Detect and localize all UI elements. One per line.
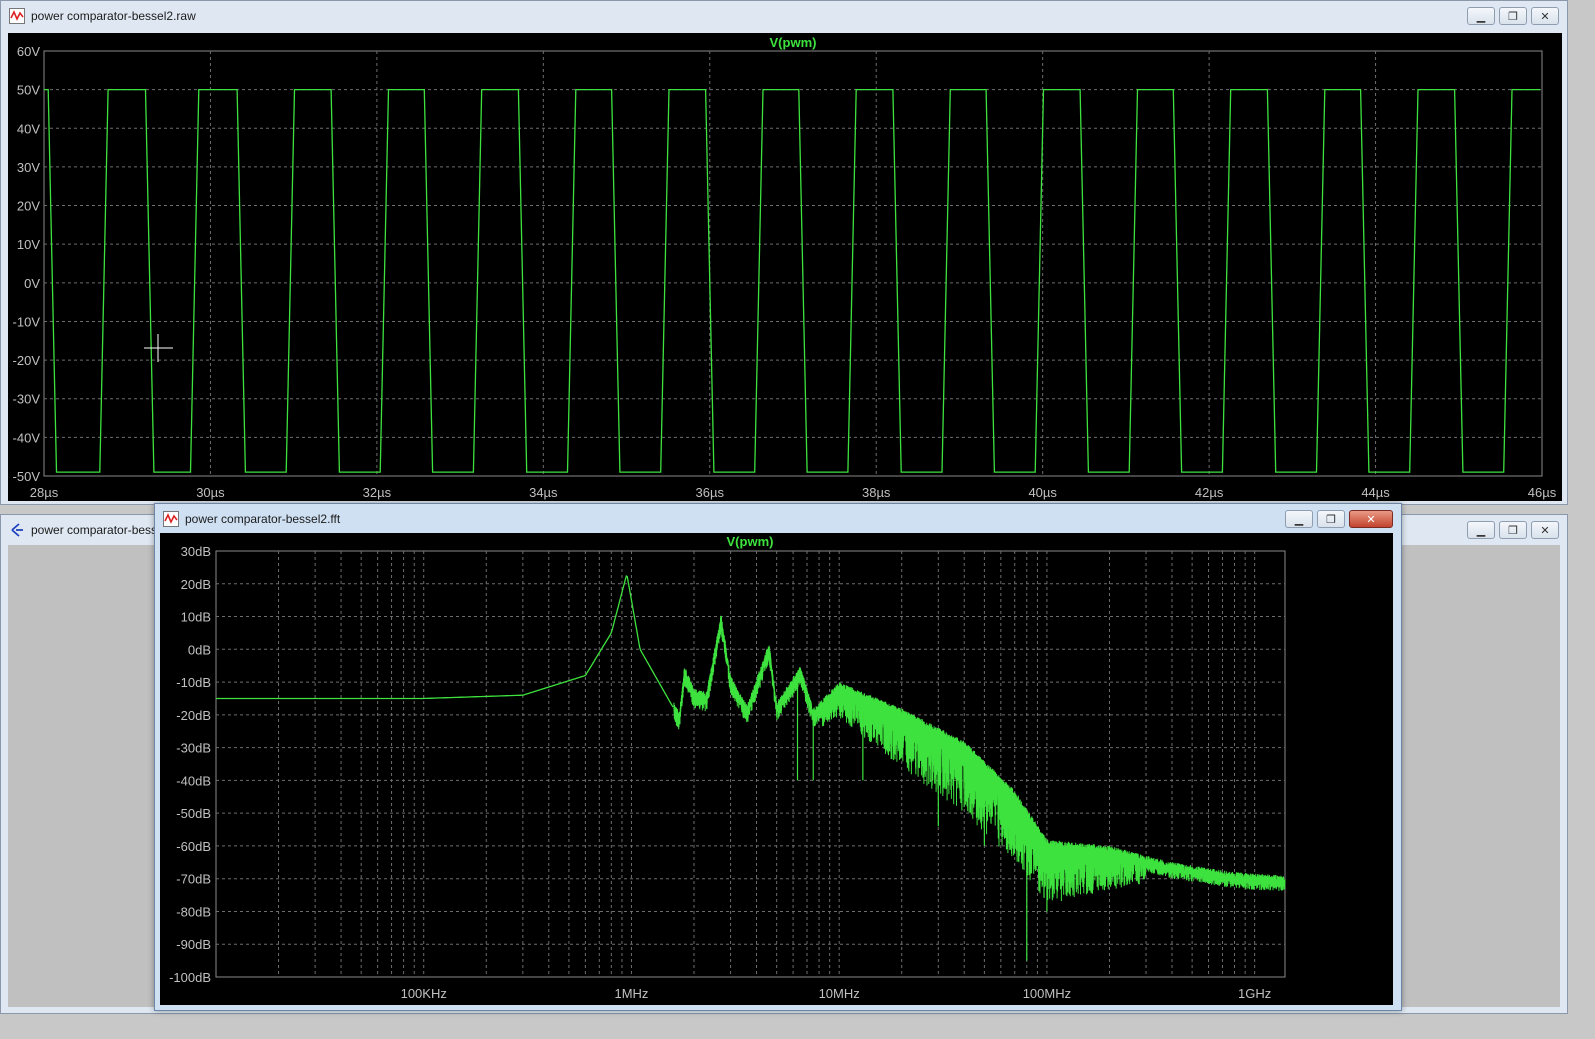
raw-y-tick-label: 0V xyxy=(24,276,40,291)
fft-y-tick-label: 0dB xyxy=(188,642,211,657)
fft-x-tick-label: 1MHz xyxy=(614,986,648,1001)
raw-y-tick-label: -30V xyxy=(13,392,41,407)
fft-y-tick-label: -80dB xyxy=(176,904,211,919)
close-icon: ✕ xyxy=(1540,523,1550,537)
close-button[interactable]: ✕ xyxy=(1531,7,1559,25)
waveform-app-icon xyxy=(9,8,25,24)
fft-x-tick-label: 100KHz xyxy=(401,986,447,1001)
raw-x-tick-label: 46µs xyxy=(1528,485,1557,500)
close-icon: ✕ xyxy=(1366,512,1376,526)
raw-y-tick-label: 10V xyxy=(17,237,40,252)
vpwm-transient-trace xyxy=(44,88,1541,473)
fft-y-tick-label: -50dB xyxy=(176,806,211,821)
fft-trace-label[interactable]: V(pwm) xyxy=(727,534,774,549)
raw-plot-area[interactable]: 60V 50V 40V 30V 20V 10V 0V -10V -20V -30V -40V -50V… xyxy=(8,33,1562,501)
raw-x-tick-label: 34µs xyxy=(529,485,558,500)
fft-y-tick-label: -30dB xyxy=(176,741,211,756)
fft-window-title: power comparator-bessel2.fft xyxy=(185,512,341,526)
fft-close-button[interactable]: ✕ xyxy=(1349,510,1393,528)
vpwm-fft-trace xyxy=(216,575,1286,961)
fft-plot-frame xyxy=(215,550,1286,978)
fft-y-tick-label: -100dB xyxy=(169,970,211,985)
close-icon: ✕ xyxy=(1540,9,1550,23)
raw-x-tick-label: 36µs xyxy=(696,485,725,500)
fft-y-tick-label: -60dB xyxy=(176,839,211,854)
transient-plot[interactable]: 60V 50V 40V 30V 20V 10V 0V -10V -20V -30V -40V -50V… xyxy=(8,33,1562,501)
fft-y-tick-label: -20dB xyxy=(176,708,211,723)
raw-y-tick-label: 60V xyxy=(17,44,40,59)
fft-y-tick-label: 10dB xyxy=(181,610,211,625)
fft-x-tick-label: 10MHz xyxy=(819,986,860,1001)
raw-y-tick-label: 30V xyxy=(17,160,40,175)
fft-plot-area[interactable]: 30dB 20dB 10dB 0dB -10dB -20dB -30dB -40dB -50dB… xyxy=(160,533,1393,1005)
fft-x-tick-label: 1GHz xyxy=(1238,986,1271,1001)
raw-x-tick-label: 44µs xyxy=(1361,485,1390,500)
waveform-app-icon xyxy=(163,511,179,527)
schematic-minimize-button[interactable]: ▁ xyxy=(1467,521,1495,539)
fft-y-tick-label: -90dB xyxy=(176,937,211,952)
raw-window-titlebar[interactable]: power comparator-bessel2.raw ▁ ❐ ✕ xyxy=(1,1,1567,31)
minimize-button[interactable]: ▁ xyxy=(1467,7,1495,25)
fft-plot[interactable]: 30dB 20dB 10dB 0dB -10dB -20dB -30dB -40dB -50dB… xyxy=(160,533,1393,1005)
raw-y-tick-label: 40V xyxy=(17,121,40,136)
restore-icon: ❐ xyxy=(1326,512,1336,526)
fft-x-tick-label: 100MHz xyxy=(1023,986,1071,1001)
schematic-close-button[interactable]: ✕ xyxy=(1531,521,1559,539)
raw-y-tick-label: -50V xyxy=(13,469,41,484)
raw-y-tick-label: -10V xyxy=(13,314,41,329)
raw-y-tick-label: -20V xyxy=(13,353,41,368)
schematic-app-icon xyxy=(9,522,25,538)
raw-window-title: power comparator-bessel2.raw xyxy=(31,9,196,23)
fft-restore-button[interactable]: ❐ xyxy=(1317,510,1345,528)
fft-minimize-button[interactable]: ▁ xyxy=(1285,510,1313,528)
raw-x-tick-label: 38µs xyxy=(862,485,891,500)
raw-x-tick-label: 28µs xyxy=(30,485,59,500)
schematic-window-title: power comparator-bessel2 xyxy=(31,523,174,537)
schematic-restore-button[interactable]: ❐ xyxy=(1499,521,1527,539)
fft-y-tick-label: 20dB xyxy=(181,577,211,592)
raw-y-tick-label: 50V xyxy=(17,83,40,98)
fft-trace-spectrum xyxy=(673,615,1286,902)
fft-y-tick-label: -70dB xyxy=(176,872,211,887)
minimize-icon: ▁ xyxy=(1294,512,1304,526)
raw-y-tick-label: -40V xyxy=(13,430,41,445)
raw-x-tick-label: 42µs xyxy=(1195,485,1224,500)
fft-y-tick-label: -40dB xyxy=(176,773,211,788)
raw-x-tick-label: 32µs xyxy=(363,485,392,500)
fft-window-titlebar[interactable]: power comparator-bessel2.fft ▁ ❐ ✕ xyxy=(155,504,1401,534)
fft-y-tick-label: -10dB xyxy=(176,675,211,690)
restore-icon: ❐ xyxy=(1508,9,1518,23)
raw-y-tick-label: 20V xyxy=(17,199,40,214)
restore-icon: ❐ xyxy=(1508,523,1518,537)
fft-trace-smooth xyxy=(216,575,674,708)
minimize-icon: ▁ xyxy=(1476,523,1486,537)
raw-x-tick-label: 40µs xyxy=(1028,485,1057,500)
minimize-icon: ▁ xyxy=(1476,9,1486,23)
crosshair-cursor xyxy=(144,334,173,362)
raw-plot-window[interactable]: power comparator-bessel2.raw ▁ ❐ ✕ 60V 50… xyxy=(0,0,1568,505)
fft-plot-window[interactable]: power comparator-bessel2.fft ▁ ❐ ✕ 30dB 2… xyxy=(154,503,1402,1011)
raw-trace-label[interactable]: V(pwm) xyxy=(770,35,817,50)
raw-x-tick-label: 30µs xyxy=(196,485,225,500)
fft-y-tick-label: 30dB xyxy=(181,544,211,559)
restore-button[interactable]: ❐ xyxy=(1499,7,1527,25)
